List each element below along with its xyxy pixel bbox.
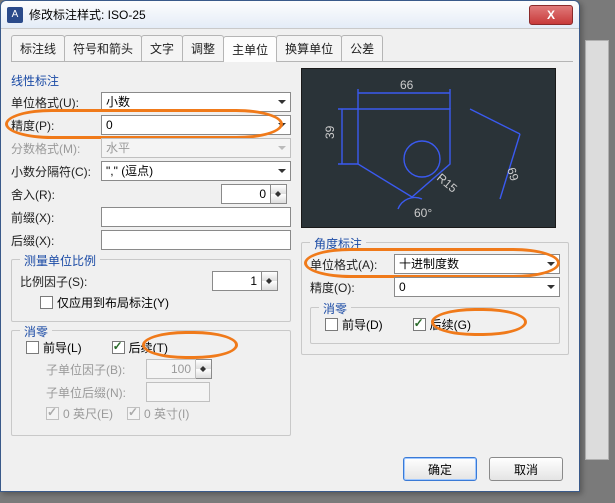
leading-checkbox[interactable] xyxy=(26,341,39,354)
feet-label: 0 英尺(E) xyxy=(63,405,113,422)
ang-unit-format-label: 单位格式(A): xyxy=(310,256,390,273)
tab-arrows[interactable]: 符号和箭头 xyxy=(64,35,142,61)
ok-button[interactable]: 确定 xyxy=(403,457,477,481)
window-title: 修改标注样式: ISO-25 xyxy=(29,6,529,23)
tab-fit[interactable]: 调整 xyxy=(182,35,224,61)
tab-primary-units[interactable]: 主单位 xyxy=(223,36,277,62)
angular-group: 角度标注 单位格式(A): 十进制度数 精度(O): 0 消零 前导(D) 后续… xyxy=(301,242,569,355)
titlebar[interactable]: A 修改标注样式: ISO-25 X xyxy=(1,1,579,29)
ang-trailing-checkbox[interactable] xyxy=(413,318,426,331)
angular-title: 角度标注 xyxy=(310,235,366,252)
inch-label: 0 英寸(I) xyxy=(144,405,189,422)
suffix-input[interactable] xyxy=(101,230,291,250)
prefix-input[interactable] xyxy=(101,207,291,227)
sub-factor-spinner xyxy=(196,359,212,379)
feet-checkbox xyxy=(46,407,59,420)
unit-format-select[interactable]: 小数 xyxy=(101,92,291,112)
layout-only-checkbox[interactable] xyxy=(40,296,53,309)
leading-label: 前导(L) xyxy=(43,339,82,356)
unit-format-label: 单位格式(U): xyxy=(11,94,97,111)
button-bar: 确定 取消 xyxy=(403,457,563,481)
close-button[interactable]: X xyxy=(529,5,573,25)
ang-unit-format-select[interactable]: 十进制度数 xyxy=(394,254,560,274)
suffix-label: 后缀(X): xyxy=(11,232,97,249)
sub-suffix-input xyxy=(146,382,210,402)
svg-text:69: 69 xyxy=(504,166,522,183)
dialog-window: A 修改标注样式: ISO-25 X 标注线 符号和箭头 文字 调整 主单位 换… xyxy=(0,0,580,492)
app-icon: A xyxy=(7,7,23,23)
sub-factor-input: 100 xyxy=(146,359,196,379)
decimal-sep-select[interactable]: "," (逗点) xyxy=(101,161,291,181)
ang-leading-label: 前导(D) xyxy=(342,316,383,333)
svg-text:39: 39 xyxy=(323,125,337,139)
inch-checkbox xyxy=(127,407,140,420)
fraction-format-label: 分数格式(M): xyxy=(11,140,97,157)
scale-factor-spinner[interactable] xyxy=(262,271,278,291)
round-spinner[interactable] xyxy=(271,184,287,204)
scale-title: 测量单位比例 xyxy=(20,252,100,269)
preview-pane: 66 39 R15 69 60° xyxy=(301,68,556,228)
trailing-label: 后续(T) xyxy=(129,339,168,356)
svg-text:66: 66 xyxy=(400,78,414,92)
ang-leading-checkbox[interactable] xyxy=(325,318,338,331)
round-label: 舍入(R): xyxy=(11,186,97,203)
ang-trailing-label: 后续(G) xyxy=(430,316,471,333)
fraction-format-select: 水平 xyxy=(101,138,291,158)
ang-precision-label: 精度(O): xyxy=(310,279,390,296)
suppress-angular-title: 消零 xyxy=(319,300,351,317)
tab-alt-units[interactable]: 换算单位 xyxy=(276,35,342,61)
tab-lines[interactable]: 标注线 xyxy=(11,35,65,61)
tab-bar: 标注线 符号和箭头 文字 调整 主单位 换算单位 公差 xyxy=(11,35,573,62)
tab-tolerance[interactable]: 公差 xyxy=(341,35,383,61)
prefix-label: 前缀(X): xyxy=(11,209,97,226)
decimal-sep-label: 小数分隔符(C): xyxy=(11,163,97,180)
background-panel xyxy=(585,40,609,460)
sub-factor-label: 子单位因子(B): xyxy=(46,361,142,378)
scale-factor-label: 比例因子(S): xyxy=(20,273,116,290)
sub-suffix-label: 子单位后缀(N): xyxy=(46,384,142,401)
precision-label: 精度(P): xyxy=(11,117,97,134)
tab-text[interactable]: 文字 xyxy=(141,35,183,61)
scale-factor-input[interactable]: 1 xyxy=(212,271,262,291)
linear-section: 线性标注 单位格式(U): 小数 精度(P): 0 分数格式(M): 水平 小数… xyxy=(11,68,291,259)
layout-only-label: 仅应用到布局标注(Y) xyxy=(57,294,169,311)
trailing-checkbox[interactable] xyxy=(112,341,125,354)
cancel-button[interactable]: 取消 xyxy=(489,457,563,481)
svg-text:60°: 60° xyxy=(414,206,432,220)
round-input[interactable]: 0 xyxy=(221,184,271,204)
ang-precision-select[interactable]: 0 xyxy=(394,277,560,297)
linear-title: 线性标注 xyxy=(11,72,291,89)
suppress-linear-group: 消零 前导(L) 后续(T) 子单位因子(B): 100 子单位后缀(N): xyxy=(11,330,291,436)
scale-group: 测量单位比例 比例因子(S): 1 仅应用到布局标注(Y) xyxy=(11,259,291,322)
precision-select[interactable]: 0 xyxy=(101,115,291,135)
suppress-angular-group: 消零 前导(D) 后续(G) xyxy=(310,307,560,344)
suppress-linear-title: 消零 xyxy=(20,323,52,340)
